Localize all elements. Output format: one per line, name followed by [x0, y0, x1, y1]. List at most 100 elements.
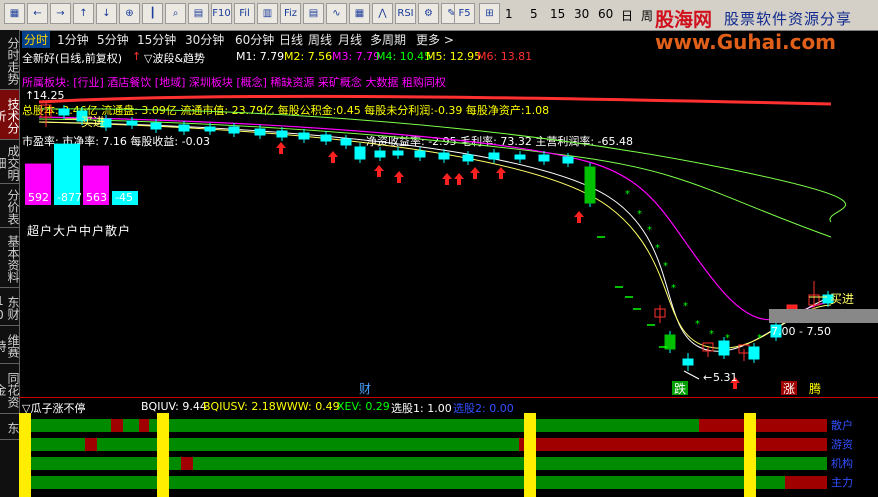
- buy-arrow-4: [442, 173, 452, 185]
- buy-arrow-0: [276, 142, 286, 154]
- left-tab-8[interactable]: 东: [0, 414, 20, 440]
- candlestick-icon[interactable]: ┃: [142, 3, 163, 24]
- period-30[interactable]: 30: [574, 7, 589, 21]
- sub-band-2-0: [19, 457, 181, 470]
- period-tab-6[interactable]: 日线: [279, 31, 303, 48]
- left-tab-2[interactable]: 成交明细: [0, 140, 20, 184]
- search-icon[interactable]: ⌕: [165, 3, 186, 24]
- yellow-marker-2: [524, 413, 536, 497]
- f11-icon[interactable]: Fil: [234, 3, 255, 24]
- yellow-marker-3: [744, 413, 756, 497]
- candle-10: [276, 130, 288, 138]
- left-tab-0[interactable]: 分时走势: [0, 30, 20, 90]
- period-5[interactable]: 5: [530, 7, 538, 21]
- period-tab-4[interactable]: 30分钟: [185, 31, 224, 48]
- left-arrow-icon[interactable]: ←: [27, 3, 48, 24]
- down-arrow-icon[interactable]: ↓: [96, 3, 117, 24]
- ma6-line: [38, 94, 832, 106]
- period-60[interactable]: 60: [598, 7, 613, 21]
- ma1-line: [38, 121, 832, 352]
- signal-star-3: *: [655, 243, 660, 254]
- sub-row-label-1: 游资: [831, 438, 853, 451]
- sub-row-label-2: 机构: [831, 456, 853, 470]
- zhang-label: 涨: [783, 381, 795, 396]
- sub-band-0-7: [758, 419, 827, 432]
- table-icon[interactable]: ▤: [303, 3, 324, 24]
- period-tab-1[interactable]: 1分钟: [57, 31, 89, 48]
- kline-chart[interactable]: ↑14.25********* * *买进7.00 - 7.50买进← 5.31跌涨腾…: [19, 47, 878, 397]
- rsi-icon[interactable]: RSI: [395, 3, 416, 24]
- candle-23: [562, 156, 574, 164]
- period-tab-5[interactable]: 60分钟: [235, 31, 274, 48]
- period-tab-9[interactable]: 多周期: [370, 31, 406, 48]
- target-band: [769, 309, 878, 323]
- candle-24: [584, 166, 596, 204]
- period-tab-2[interactable]: 5分钟: [97, 31, 129, 48]
- ma2-line: [38, 121, 832, 349]
- capital-bar-label-2: 563: [86, 191, 107, 204]
- period-15[interactable]: 15: [550, 7, 565, 21]
- sub-band-0-1: [111, 419, 123, 432]
- buy-arrow-2: [374, 165, 384, 177]
- candle-12: [320, 134, 332, 142]
- sub-band-3-0: [19, 476, 759, 489]
- left-tab-3[interactable]: 分价表: [0, 184, 20, 228]
- buy-arrow-1: [328, 151, 338, 163]
- candle-8: [228, 126, 240, 134]
- signal-star-2: *: [647, 225, 652, 236]
- multi-window-icon[interactable]: ▦: [349, 3, 370, 24]
- left-tab-6[interactable]: 维赛特: [0, 326, 20, 364]
- period-tab-10[interactable]: 更多 >: [416, 31, 454, 48]
- site-logo: 股海网: [655, 9, 713, 31]
- period-1[interactable]: 1: [505, 7, 513, 21]
- sub-indicator-chart[interactable]: 散户游资机构主力: [19, 413, 878, 497]
- ma-value-1: M1: 7.79: [236, 50, 285, 63]
- ma-value-2: M2: 7.56: [284, 50, 333, 63]
- layout-icon[interactable]: ▤: [188, 3, 209, 24]
- capital-bar-label-3: -45: [115, 191, 133, 204]
- grid2-icon[interactable]: ⊞: [479, 3, 500, 24]
- chart-icon[interactable]: ▥: [257, 3, 278, 24]
- buy-arrow-6: [470, 167, 480, 179]
- right-arrow-icon[interactable]: →: [50, 3, 71, 24]
- signal-star-8: *: [709, 329, 714, 340]
- fiz-icon[interactable]: Fiz: [280, 3, 301, 24]
- left-tab-5[interactable]: 东财10: [0, 288, 20, 326]
- grid-icon[interactable]: ▦: [4, 3, 25, 24]
- candle-17: [414, 150, 426, 158]
- candle-7: [204, 126, 216, 132]
- period-tab-3[interactable]: 15分钟: [137, 31, 176, 48]
- left-tab-4[interactable]: 基本资料: [0, 228, 20, 288]
- line-icon[interactable]: ∿: [326, 3, 347, 24]
- candle-19: [462, 154, 474, 162]
- low-arrow: ←: [703, 371, 712, 384]
- zoom-in-icon[interactable]: ⊕: [119, 3, 140, 24]
- candle-18: [438, 152, 450, 160]
- period-tab-7[interactable]: 周线: [308, 31, 332, 48]
- sub-row-label-3: 主力: [831, 476, 853, 489]
- indicator-icon[interactable]: ⋀: [372, 3, 393, 24]
- f5-icon[interactable]: F5: [454, 3, 475, 24]
- left-tab-1[interactable]: 技术分析: [0, 90, 20, 140]
- buy-arrow-3: [394, 171, 404, 183]
- signal-star-0: *: [625, 189, 630, 200]
- period-tab-8[interactable]: 月线: [338, 31, 362, 48]
- sub-band-2-3: [759, 457, 827, 470]
- candle-27: [682, 358, 694, 366]
- signal-star-10: *: [757, 333, 762, 344]
- left-tab-7[interactable]: 同花资金: [0, 364, 20, 414]
- yellow-marker-0: [19, 413, 31, 497]
- candle-16: [392, 150, 404, 156]
- f10-icon[interactable]: F10: [211, 3, 232, 24]
- signal-star-7: *: [695, 319, 700, 330]
- period-day[interactable]: 日: [621, 7, 633, 24]
- settings-icon[interactable]: ⚙: [418, 3, 439, 24]
- ma3-line: [38, 116, 832, 321]
- capital-bar-label-1: -877: [57, 191, 82, 204]
- candle-13: [340, 138, 352, 146]
- signal-star-6: *: [683, 301, 688, 312]
- up-arrow-icon[interactable]: ↑: [73, 3, 94, 24]
- period-week[interactable]: 周: [641, 7, 653, 24]
- period-tab-0[interactable]: 分时: [22, 31, 51, 48]
- sub-band-0-2: [123, 419, 139, 432]
